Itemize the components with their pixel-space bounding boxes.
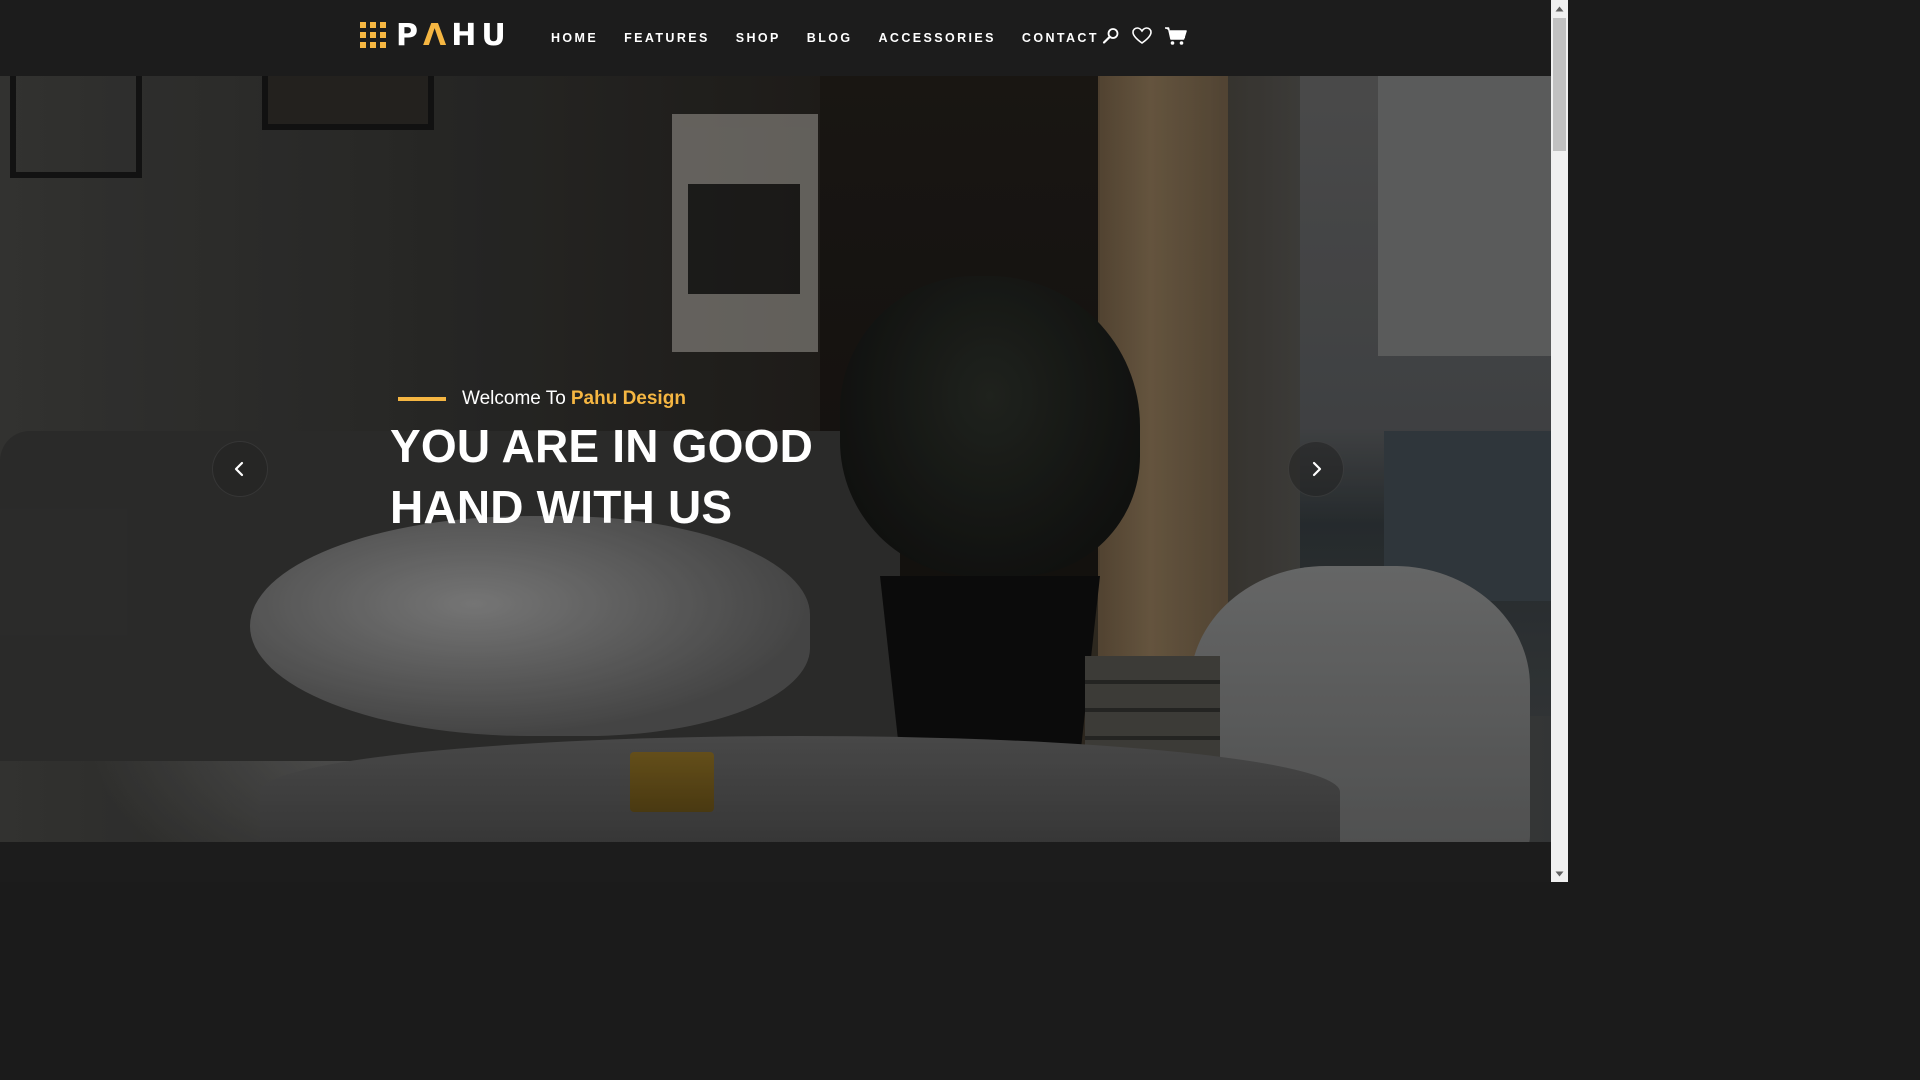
welcome-brand: Pahu Design bbox=[570, 388, 686, 409]
hero-slider: Welcome To Pahu Design YOU ARE IN GOOD H… bbox=[0, 76, 1551, 842]
chevron-left-icon bbox=[234, 461, 244, 477]
scroll-up-arrow-icon[interactable] bbox=[1551, 0, 1568, 17]
scrollbar-thumb[interactable] bbox=[1553, 18, 1566, 151]
cart-icon[interactable] bbox=[1164, 26, 1188, 46]
slider-next-button[interactable] bbox=[1288, 441, 1344, 497]
accent-line bbox=[398, 397, 446, 401]
nav-home[interactable]: HOME bbox=[551, 31, 598, 45]
search-icon[interactable] bbox=[1102, 27, 1120, 45]
vertical-scrollbar[interactable] bbox=[1551, 0, 1568, 882]
heart-icon[interactable] bbox=[1132, 27, 1152, 45]
nav-accessories[interactable]: ACCESSORIES bbox=[879, 31, 996, 45]
nav-shop[interactable]: SHOP bbox=[736, 31, 781, 45]
header-actions bbox=[1102, 26, 1200, 46]
hero-headline: YOU ARE IN GOOD HAND WITH US bbox=[390, 416, 910, 538]
welcome-text: Welcome To bbox=[462, 388, 566, 409]
chevron-right-icon bbox=[1312, 461, 1322, 477]
nav-features[interactable]: FEATURES bbox=[624, 31, 710, 45]
nav-blog[interactable]: BLOG bbox=[807, 31, 853, 45]
site-header: P Λ HU HOME FEATURES SHOP BLOG ACCESSORIES… bbox=[0, 0, 1551, 76]
page-section-below bbox=[0, 842, 1551, 882]
main-nav: HOME FEATURES SHOP BLOG ACCESSORIES CONT… bbox=[551, 31, 1125, 45]
slider-prev-button[interactable] bbox=[212, 441, 268, 497]
logo-grid-icon bbox=[360, 22, 386, 48]
logo[interactable]: P Λ HU bbox=[360, 17, 511, 53]
hero-content: Welcome To Pahu Design YOU ARE IN GOOD H… bbox=[390, 384, 910, 538]
headline-line-1: YOU ARE IN GOOD bbox=[390, 420, 813, 472]
logo-wordmark: P Λ HU bbox=[396, 17, 511, 53]
hero-welcome: Welcome To Pahu Design bbox=[390, 384, 910, 414]
scroll-down-arrow-icon[interactable] bbox=[1551, 865, 1568, 882]
nav-contact[interactable]: CONTACT bbox=[1022, 31, 1099, 45]
headline-line-2: HAND WITH US bbox=[390, 481, 733, 533]
